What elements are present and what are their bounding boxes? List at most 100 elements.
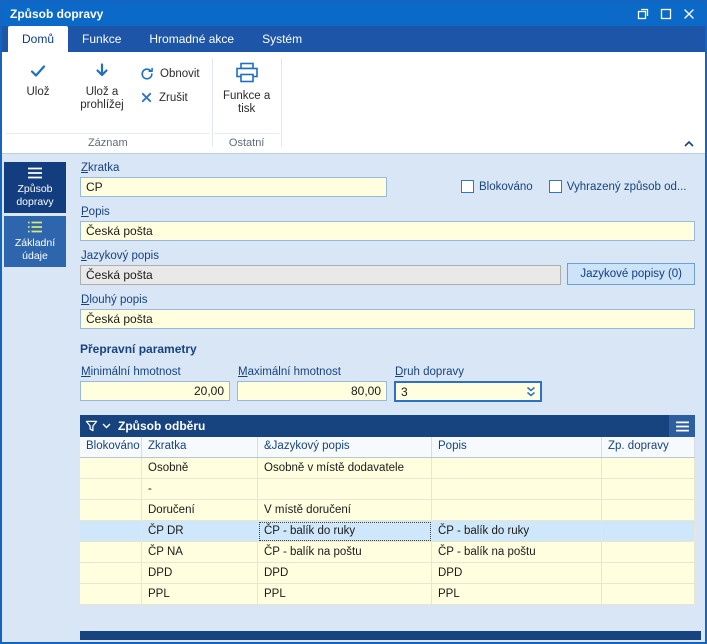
max-hmotnost-input[interactable]: 80,00 — [237, 381, 387, 401]
cancel-button-label: Zrušit — [159, 92, 188, 104]
cell-popis[interactable]: ČP - balík na poštu — [432, 542, 602, 563]
cell-zp-dopravy[interactable] — [602, 479, 695, 500]
tab-funkce[interactable]: Funkce — [68, 26, 135, 52]
horizontal-scrollbar[interactable] — [80, 631, 701, 640]
jazykovy-popis-label: Jazykový popis — [81, 250, 561, 262]
jazykovy-popis-input: Česká pošta — [80, 265, 561, 285]
column-header-popis[interactable]: Popis — [432, 437, 602, 457]
min-hmotnost-input[interactable]: 20,00 — [80, 381, 230, 401]
cell-popis[interactable]: DPD — [432, 563, 602, 584]
cell-jazykovy-popis[interactable]: PPL — [258, 584, 432, 605]
cell-blokovano[interactable] — [80, 479, 142, 500]
blokovano-checkbox[interactable] — [461, 180, 474, 193]
cell-zkratka[interactable]: ČP DR — [142, 521, 258, 542]
cell-jazykovy-popis[interactable]: Osobně v místě dodavatele — [258, 458, 432, 479]
ribbon-collapse-button[interactable] — [683, 140, 695, 148]
zkratka-input[interactable]: CP — [80, 177, 387, 197]
cell-zp-dopravy[interactable] — [602, 542, 695, 563]
cell-popis[interactable]: ČP - balík do ruky — [432, 521, 602, 542]
save-button-label: Ulož — [26, 86, 49, 99]
cell-popis[interactable] — [432, 479, 602, 500]
tab-system[interactable]: Systém — [248, 26, 316, 52]
save-and-view-button[interactable]: Ulož a prohlížej — [70, 54, 134, 112]
maximize-icon — [660, 8, 672, 20]
refresh-button-label: Obnovit — [160, 68, 200, 80]
grid-row[interactable]: PPL PPL PPL — [80, 584, 695, 605]
cell-blokovano[interactable] — [80, 542, 142, 563]
window-title: Způsob dopravy — [10, 7, 103, 21]
cell-popis[interactable]: PPL — [432, 584, 602, 605]
tab-domu[interactable]: Domů — [8, 26, 68, 52]
ribbon-group-label-ostatni: Ostatní — [215, 133, 279, 153]
restore-icon — [637, 8, 649, 20]
ribbon-separator — [281, 58, 282, 147]
hamburger-icon — [675, 421, 690, 432]
close-window-button[interactable] — [679, 5, 699, 23]
popis-label: Popis — [81, 206, 695, 218]
grid-row[interactable]: Doručení V místě doručení — [80, 500, 695, 521]
sidebar: Způsob dopravy Základní údaje — [2, 154, 68, 642]
chevron-down-icon[interactable] — [102, 423, 111, 429]
cell-popis[interactable] — [432, 458, 602, 479]
vyhrazeny-checkbox[interactable] — [549, 180, 562, 193]
grid-row[interactable]: ČP NA ČP - balík na poštu ČP - balík na … — [80, 542, 695, 563]
cell-zp-dopravy[interactable] — [602, 521, 695, 542]
cell-jazykovy-popis[interactable]: V místě doručení — [258, 500, 432, 521]
druh-dopravy-combo[interactable]: 3 — [394, 381, 542, 402]
cell-blokovano[interactable] — [80, 458, 142, 479]
cell-zp-dopravy[interactable] — [602, 500, 695, 521]
maximize-window-button[interactable] — [656, 5, 676, 23]
dlouhy-popis-input[interactable]: Česká pošta — [80, 309, 695, 329]
save-and-view-button-label: Ulož a prohlížej — [70, 86, 134, 112]
cell-zkratka[interactable]: Osobně — [142, 458, 258, 479]
column-header-zkratka[interactable]: Zkratka — [142, 437, 258, 457]
refresh-button[interactable]: Obnovit — [140, 67, 200, 81]
cell-jazykovy-popis-focused[interactable]: ČP - balík do ruky — [258, 521, 432, 542]
min-hmotnost-label: Minimální hmotnost — [81, 366, 230, 378]
max-hmotnost-label: Maximální hmotnost — [238, 366, 387, 378]
save-button[interactable]: Ulož — [6, 54, 70, 99]
grid-row[interactable]: Osobně Osobně v místě dodavatele — [80, 458, 695, 479]
column-header-zp-dopravy[interactable]: Zp. dopravy — [602, 437, 695, 457]
grid-row[interactable]: DPD DPD DPD — [80, 563, 695, 584]
grid-row-selected[interactable]: ČP DR ČP - balík do ruky ČP - balík do r… — [80, 521, 695, 542]
cancel-button[interactable]: Zrušit — [140, 91, 200, 104]
cell-zkratka[interactable]: DPD — [142, 563, 258, 584]
cell-jazykovy-popis[interactable] — [258, 479, 432, 500]
hamburger-icon — [27, 167, 43, 179]
functions-print-button[interactable]: Funkce a tisk — [215, 54, 279, 116]
cell-blokovano[interactable] — [80, 500, 142, 521]
cell-blokovano[interactable] — [80, 563, 142, 584]
sidebar-item-zpusob-dopravy[interactable]: Způsob dopravy — [4, 162, 66, 213]
column-header-blokovano[interactable]: Blokováno — [80, 437, 142, 457]
jazykove-popisy-button[interactable]: Jazykové popisy (0) — [567, 263, 695, 285]
zpusob-odberu-grid: Způsob odběru Blokováno Zkratka &Jazykov… — [80, 415, 695, 605]
restore-window-button[interactable] — [633, 5, 653, 23]
x-icon — [140, 91, 153, 104]
grid-row[interactable]: - — [80, 479, 695, 500]
cell-jazykovy-popis[interactable]: ČP - balík na poštu — [258, 542, 432, 563]
filter-icon[interactable] — [85, 420, 98, 432]
sidebar-item-label: Způsob dopravy — [6, 183, 64, 208]
app-window: Způsob dopravy Domů Funkce Hromadné akce… — [0, 0, 707, 644]
cell-blokovano[interactable] — [80, 521, 142, 542]
cell-jazykovy-popis[interactable]: DPD — [258, 563, 432, 584]
vyhrazeny-checkbox-row[interactable]: Vyhrazený způsob od... — [549, 180, 687, 193]
cell-zkratka[interactable]: PPL — [142, 584, 258, 605]
cell-zkratka[interactable]: ČP NA — [142, 542, 258, 563]
window-buttons — [633, 5, 699, 23]
cell-zp-dopravy[interactable] — [602, 563, 695, 584]
sidebar-item-zakladni-udaje[interactable]: Základní údaje — [4, 216, 66, 267]
blokovano-checkbox-row[interactable]: Blokováno — [461, 180, 533, 193]
cell-blokovano[interactable] — [80, 584, 142, 605]
cell-popis[interactable] — [432, 500, 602, 521]
grid-menu-button[interactable] — [669, 415, 695, 437]
column-header-jazykovy-popis[interactable]: &Jazykový popis — [258, 437, 432, 457]
tab-hromadne-akce[interactable]: Hromadné akce — [135, 26, 248, 52]
cell-zp-dopravy[interactable] — [602, 584, 695, 605]
cell-zkratka[interactable]: Doručení — [142, 500, 258, 521]
popis-input[interactable]: Česká pošta — [80, 221, 695, 241]
cell-zkratka[interactable]: - — [142, 479, 258, 500]
cell-zp-dopravy[interactable] — [602, 458, 695, 479]
titlebar[interactable]: Způsob dopravy — [2, 2, 705, 26]
